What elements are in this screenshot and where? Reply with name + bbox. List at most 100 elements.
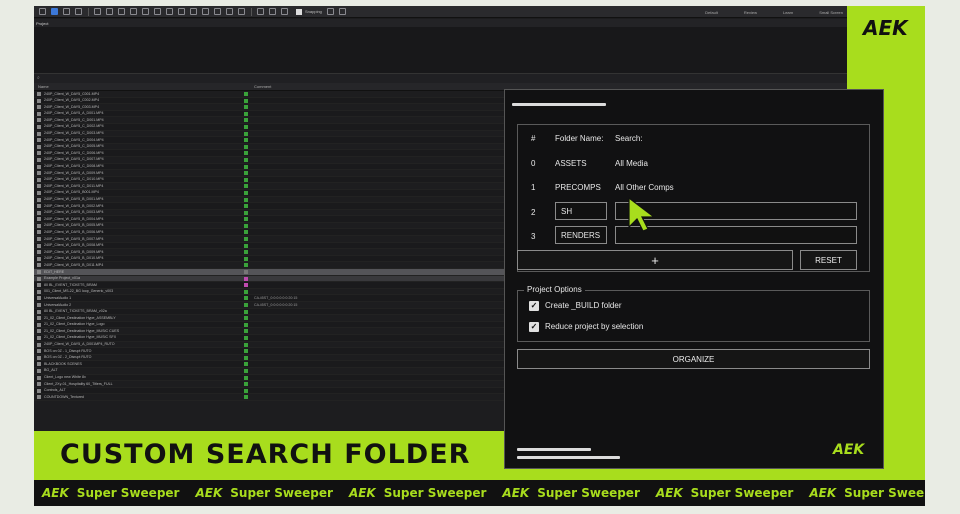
label-color-swatch[interactable]	[244, 197, 248, 202]
ticker-logo: AEK	[502, 486, 530, 500]
workspace-default[interactable]: Default	[705, 10, 718, 15]
label-color-swatch[interactable]	[244, 144, 248, 149]
brush-tool-icon[interactable]	[190, 8, 197, 15]
label-color-swatch[interactable]	[244, 270, 248, 275]
zoom-tool-icon[interactable]	[75, 8, 82, 15]
label-color-swatch[interactable]	[244, 296, 248, 301]
label-color-swatch[interactable]	[244, 250, 248, 255]
label-color-swatch[interactable]	[244, 237, 248, 242]
label-color-swatch[interactable]	[244, 256, 248, 261]
label-color-swatch[interactable]	[244, 342, 248, 347]
footage-icon	[37, 296, 41, 301]
snapping-checkbox[interactable]	[296, 8, 302, 15]
row-1-search: All Other Comps	[615, 183, 674, 192]
workspace-small-screen[interactable]: Small Screen	[819, 10, 843, 15]
footage-icon	[37, 204, 41, 209]
selection-tool-icon[interactable]	[51, 8, 58, 15]
eraser-tool-icon[interactable]	[214, 8, 221, 15]
label-color-swatch[interactable]	[244, 276, 248, 281]
clone-tool-icon[interactable]	[202, 8, 209, 15]
snap-options-icon[interactable]	[326, 8, 334, 15]
label-color-swatch[interactable]	[244, 303, 248, 307]
create-build-folder-label: Create _BUILD folder	[545, 301, 622, 310]
footage-icon	[37, 349, 41, 354]
label-color-swatch[interactable]	[244, 349, 248, 354]
label-color-swatch[interactable]	[244, 217, 248, 222]
label-color-swatch[interactable]	[244, 395, 248, 400]
label-color-swatch[interactable]	[244, 368, 248, 373]
label-color-swatch[interactable]	[244, 138, 248, 143]
label-color-swatch[interactable]	[244, 263, 248, 268]
project-item-name: 240P_Client_W_DAY5_C_D006.MP4	[44, 150, 104, 155]
label-color-swatch[interactable]	[244, 362, 248, 367]
snap-grid-icon[interactable]	[338, 8, 346, 15]
label-color-swatch[interactable]	[244, 210, 248, 215]
create-build-folder-checkbox[interactable]: ✓	[529, 301, 539, 311]
add-folder-button[interactable]: +	[517, 250, 793, 270]
project-item-name: 240P_Client_W_DAY5_B_D001.MP4	[44, 197, 104, 201]
home-icon[interactable]	[39, 8, 46, 15]
footage-icon	[37, 124, 41, 129]
comment-column-header[interactable]: Comment	[254, 84, 271, 89]
label-color-swatch[interactable]	[244, 124, 248, 129]
view-axis-icon[interactable]	[281, 8, 288, 15]
label-color-swatch[interactable]	[244, 355, 248, 360]
label-color-swatch[interactable]	[244, 329, 248, 334]
orbit-tool-icon[interactable]	[94, 8, 101, 15]
label-color-swatch[interactable]	[244, 177, 248, 182]
label-color-swatch[interactable]	[244, 92, 248, 96]
organize-button[interactable]: ORGANIZE	[517, 349, 870, 369]
pan-tool-icon[interactable]	[106, 8, 113, 15]
project-item-name: 240P_Client_W_DAY5_A_D001.MP4	[44, 111, 104, 116]
label-color-swatch[interactable]	[244, 184, 248, 189]
label-color-swatch[interactable]	[244, 98, 248, 103]
label-color-swatch[interactable]	[244, 190, 248, 195]
anchor-tool-icon[interactable]	[142, 8, 149, 15]
footage-icon	[37, 388, 41, 393]
dolly-tool-icon[interactable]	[118, 8, 125, 15]
row-3-folder-input[interactable]: RENDERS	[555, 226, 607, 244]
label-color-swatch[interactable]	[244, 204, 248, 209]
label-color-swatch[interactable]	[244, 131, 248, 136]
label-color-swatch[interactable]	[244, 335, 248, 340]
label-color-swatch[interactable]	[244, 388, 248, 393]
pen-tool-icon[interactable]	[166, 8, 173, 15]
label-color-swatch[interactable]	[244, 309, 248, 314]
puppet-tool-icon[interactable]	[238, 8, 245, 15]
shape-tool-icon[interactable]	[154, 8, 161, 15]
label-color-swatch[interactable]	[244, 316, 248, 321]
reduce-project-checkbox[interactable]: ✓	[529, 322, 539, 332]
footage-icon	[37, 184, 41, 189]
label-color-swatch[interactable]	[244, 322, 248, 327]
label-color-swatch[interactable]	[244, 230, 248, 235]
label-color-swatch[interactable]	[244, 243, 248, 248]
label-color-swatch[interactable]	[244, 111, 248, 116]
name-column-header[interactable]: Name	[38, 84, 49, 89]
label-color-swatch[interactable]	[244, 171, 248, 176]
search-icon[interactable]: ⌕	[37, 75, 40, 81]
label-color-swatch[interactable]	[244, 289, 248, 294]
row-2-folder-input[interactable]: SH	[555, 202, 607, 220]
label-color-swatch[interactable]	[244, 157, 248, 162]
rotate-tool-icon[interactable]	[130, 8, 137, 15]
hand-tool-icon[interactable]	[63, 8, 70, 15]
label-color-swatch[interactable]	[244, 382, 248, 387]
project-panel-tab[interactable]: Project	[34, 19, 847, 27]
local-axis-icon[interactable]	[257, 8, 264, 15]
world-axis-icon[interactable]	[269, 8, 276, 15]
label-color-swatch[interactable]	[244, 223, 248, 228]
label-color-swatch[interactable]	[244, 118, 248, 123]
type-tool-icon[interactable]	[178, 8, 185, 15]
label-color-swatch[interactable]	[244, 164, 248, 169]
roto-tool-icon[interactable]	[226, 8, 233, 15]
project-item-name: 21_02_Client_Destination Hype_MUSIC SFX	[44, 335, 117, 340]
label-color-swatch[interactable]	[244, 283, 248, 288]
label-color-swatch[interactable]	[244, 375, 248, 380]
label-color-swatch[interactable]	[244, 151, 248, 156]
project-item-name: 240P_Client_W_DAY5_B_D005.MP4	[44, 223, 104, 228]
workspace-learn[interactable]: Learn	[783, 10, 793, 15]
reset-button[interactable]: RESET	[800, 250, 857, 270]
label-color-swatch[interactable]	[244, 105, 248, 110]
workspace-review[interactable]: Review	[744, 10, 757, 15]
footage-icon	[37, 382, 41, 387]
